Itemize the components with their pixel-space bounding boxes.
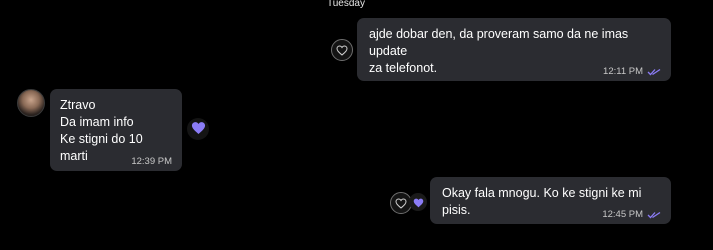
day-separator: Tuesday [327, 0, 365, 9]
message-bubble-incoming[interactable]: Ztravo Da imam info Ke stigni do 10 mart… [50, 89, 182, 171]
read-ticks-icon [647, 211, 661, 219]
message-bubble-outgoing[interactable]: Okay fala mnogu. Ko ke stigni ke mi pisi… [430, 177, 671, 224]
message-time: 12:11 PM [603, 66, 643, 77]
message-meta: 12:45 PM [602, 209, 661, 220]
message-time: 12:45 PM [602, 209, 643, 220]
reaction-badge[interactable] [409, 193, 427, 211]
heart-outline-icon [336, 41, 348, 60]
read-ticks-icon [647, 68, 661, 76]
purple-heart-icon [191, 120, 206, 139]
purple-heart-icon [413, 193, 424, 212]
avatar[interactable] [17, 89, 45, 117]
react-button[interactable] [331, 39, 353, 61]
heart-outline-icon [395, 194, 407, 213]
message-time: 12:39 PM [131, 156, 172, 167]
reaction-badge[interactable] [187, 118, 209, 140]
message-meta: 12:11 PM [603, 66, 661, 77]
message-bubble-outgoing[interactable]: ajde dobar den, da proveram samo da ne i… [357, 18, 671, 81]
message-text: Ztravo Da imam info Ke stigni do 10 mart… [60, 98, 143, 163]
message-meta: 12:39 PM [131, 156, 172, 167]
